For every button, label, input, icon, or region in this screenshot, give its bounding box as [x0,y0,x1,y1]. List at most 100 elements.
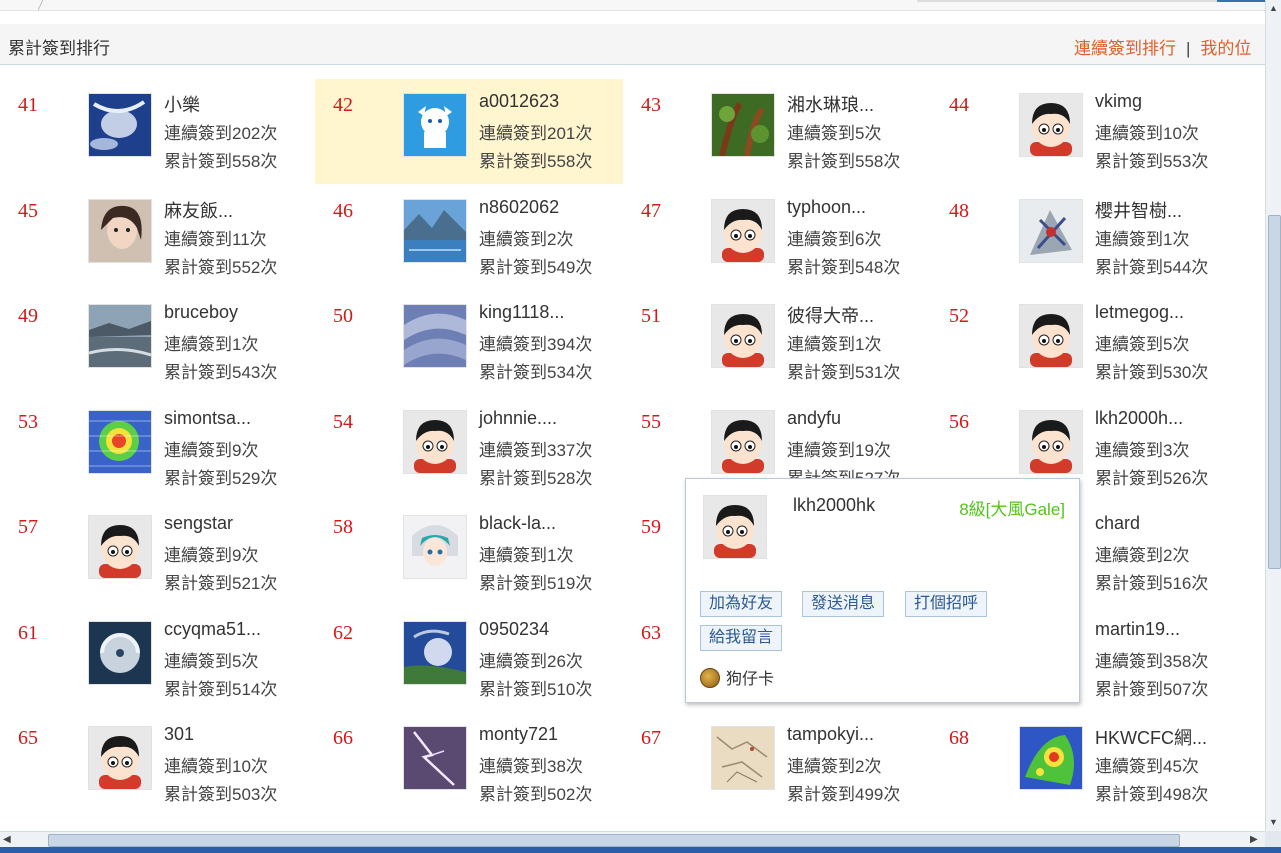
coin-icon [700,667,720,688]
user-avatar[interactable] [88,726,152,790]
horizontal-scrollbar[interactable]: ◀ ▶ [0,831,1265,848]
user-avatar[interactable] [403,304,467,368]
user-name-link[interactable]: 麻友飯... [164,197,233,223]
user-name-link[interactable]: letmegog... [1095,302,1184,323]
greet-button[interactable]: 打個招呼 [905,591,988,617]
user-name-link[interactable]: lkh2000h... [1095,408,1183,429]
user-avatar[interactable] [88,198,152,263]
consecutive-checkin-count: 連續簽到202次 [164,124,278,143]
user-avatar[interactable] [1019,304,1083,368]
paparazzi-card[interactable]: 狗仔卡 [700,665,774,690]
user-avatar[interactable] [403,198,467,263]
user-name-link[interactable]: 0950234 [479,619,549,640]
user-name-link[interactable]: johnnie.... [479,408,557,429]
search-box-edge[interactable] [917,0,1217,2]
leave-message-button[interactable]: 給我留言 [700,625,783,651]
user-name-link[interactable]: tampokyi... [787,724,874,745]
user-name-link[interactable]: bruceboy [164,302,238,323]
scroll-up-arrow-icon[interactable]: ▲ [1269,3,1278,13]
user-name-link[interactable]: king1118... [479,302,564,323]
scroll-right-arrow-icon[interactable]: ▶ [1250,834,1258,845]
user-avatar[interactable] [711,726,775,790]
user-avatar[interactable] [1019,198,1083,263]
user-avatar[interactable] [88,304,152,368]
user-name-link[interactable]: sengstar [164,513,233,534]
total-checkin-count: 累計簽到521次 [164,574,278,593]
user-avatar[interactable] [403,93,467,157]
ranking-cell: 67 tampokyi... 連續簽到2次 累計簽到499次 [623,712,931,817]
vertical-scrollbar[interactable]: ▲ ▼ [1265,0,1281,831]
consecutive-checkin-count: 連續簽到1次 [479,546,574,565]
user-avatar[interactable] [711,93,775,157]
total-checkin-count: 累計簽到558次 [787,152,901,171]
rank-number: 65 [18,727,38,749]
user-name-link[interactable]: typhoon... [787,197,866,218]
popup-avatar[interactable] [703,495,767,559]
horizontal-scroll-thumb[interactable] [48,834,1180,847]
satellite2-avatar-icon [404,621,466,684]
user-avatar[interactable] [403,515,467,579]
user-avatar[interactable] [1019,726,1083,790]
user-avatar[interactable] [403,409,467,474]
my-position-link[interactable]: 我的位 [1200,39,1251,58]
user-name-link[interactable]: black-la... [479,513,556,534]
popup-username[interactable]: lkh2000hk [793,495,875,516]
user-name-link[interactable]: 彼得大帝... [787,302,874,328]
rank-number: 43 [641,94,661,116]
user-name-link[interactable]: 301 [164,724,194,745]
rank-number: 67 [641,727,661,749]
user-name-link[interactable]: andyfu [787,408,841,429]
user-avatar[interactable] [88,620,152,685]
default-avatar-icon [89,516,151,578]
scroll-down-arrow-icon[interactable]: ▼ [1269,817,1278,827]
default-avatar-icon [1020,94,1082,156]
user-name-link[interactable]: n8602062 [479,197,559,218]
user-avatar[interactable] [403,620,467,685]
user-avatar[interactable] [711,409,775,474]
ranking-cell: 50 king1118... 連續簽到394次 累計簽到534次 [315,290,623,395]
search-button-edge[interactable] [1217,0,1265,2]
girl-photo-avatar-icon [89,199,151,262]
ranking-cell: 61 ccyqma51... 連續簽到5次 累計簽到514次 [0,607,308,712]
consecutive-checkin-count: 連續簽到38次 [479,757,583,776]
total-checkin-count: 累計簽到552次 [164,257,278,277]
rank-number: 52 [949,305,969,327]
rank-number: 58 [333,516,353,538]
user-name-link[interactable]: chard [1095,513,1140,534]
send-message-button[interactable]: 發送消息 [802,591,885,617]
user-name-link[interactable]: a0012623 [479,91,559,112]
header-links: 連續簽到排行 | 我的位 [1074,34,1265,59]
ranking-cell: 48 櫻井智樹... 連續簽到1次 累計簽到544次 [931,185,1239,290]
add-friend-button[interactable]: 加為好友 [700,591,783,617]
user-name-link[interactable]: 櫻井智樹... [1095,197,1182,223]
scroll-left-arrow-icon[interactable]: ◀ [3,834,11,845]
rank-number: 50 [333,305,353,327]
ranking-cell: 51 彼得大帝... 連續簽到1次 累計簽到531次 [623,290,931,395]
user-avatar[interactable] [88,93,152,157]
consecutive-ranking-link[interactable]: 連續簽到排行 [1074,39,1176,58]
consecutive-checkin-count: 連續簽到10次 [1095,124,1199,143]
user-name-link[interactable]: martin19... [1095,619,1180,640]
user-avatar[interactable] [711,198,775,263]
user-name-link[interactable]: ccyqma51... [164,619,261,640]
user-name-link[interactable]: HKWCFC網... [1095,724,1207,750]
user-name-link[interactable]: monty721 [479,724,558,745]
user-avatar[interactable] [1019,93,1083,157]
user-avatar[interactable] [88,409,152,474]
satellite-avatar-icon [89,94,151,156]
user-name-link[interactable]: 小樂 [164,91,200,117]
consecutive-checkin-count: 連續簽到358次 [1095,651,1209,671]
user-avatar[interactable] [711,304,775,368]
ranking-grid: 41 小樂 連續簽到202次 累計簽到558次 42 a0012623 連續簽到201次 累計… [0,79,1265,830]
user-name-link[interactable]: vkimg [1095,91,1142,112]
user-name-link[interactable]: simontsa... [164,408,251,429]
user-avatar[interactable] [403,726,467,790]
user-avatar[interactable] [1019,409,1083,474]
user-avatar[interactable] [88,515,152,579]
vertical-scroll-thumb[interactable] [1268,215,1281,569]
map-avatar-icon [712,727,774,789]
default-avatar-icon [1020,410,1082,473]
user-name-link[interactable]: 湘水琳琅... [787,91,874,117]
rank-number: 47 [641,199,661,222]
consecutive-checkin-count: 連續簽到337次 [479,440,593,460]
